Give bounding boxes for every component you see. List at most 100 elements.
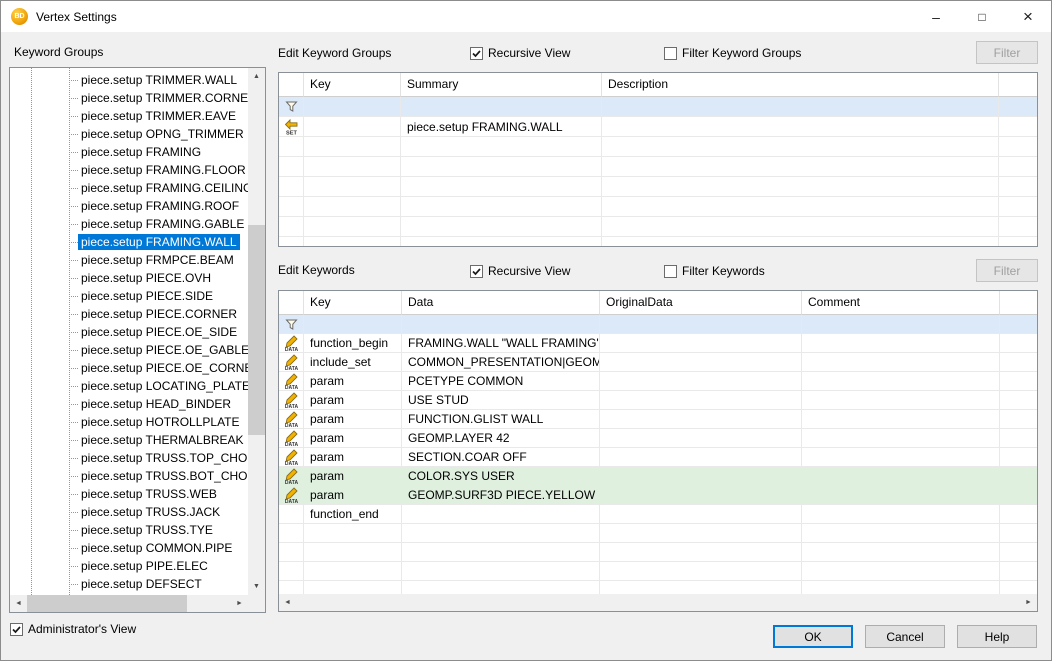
table-cell[interactable]: GEOMP.LAYER 42: [402, 429, 600, 448]
tree-item[interactable]: piece.setup OPNG_TRIMMER: [10, 125, 248, 143]
table-cell[interactable]: param: [304, 486, 402, 505]
filter-row[interactable]: [279, 97, 1037, 117]
table-cell[interactable]: param: [304, 372, 402, 391]
minimize-button[interactable]: –: [913, 1, 959, 32]
scrollbar-thumb[interactable]: [248, 225, 265, 435]
table-cell[interactable]: [304, 117, 401, 137]
scrollbar-thumb[interactable]: [27, 595, 187, 612]
filter-funnel-icon[interactable]: [279, 97, 304, 117]
tree-item[interactable]: piece.setup DEFSECT: [10, 575, 248, 593]
table-cell[interactable]: [802, 486, 1000, 505]
keyword-row[interactable]: DATAparamGEOMP.SURF3D PIECE.YELLOW: [279, 486, 1037, 505]
column-header[interactable]: OriginalData: [600, 291, 802, 315]
scrollbar-track[interactable]: [27, 595, 231, 612]
data-pencil-icon[interactable]: DATA: [279, 410, 304, 429]
table-cell[interactable]: PCETYPE COMMON: [402, 372, 600, 391]
table-cell[interactable]: [802, 448, 1000, 467]
filter-keywords-button[interactable]: Filter: [976, 259, 1038, 282]
tree-item[interactable]: piece.setup TRUSS.JACK: [10, 503, 248, 521]
table-cell[interactable]: function_begin: [304, 334, 402, 353]
table-cell[interactable]: [304, 97, 401, 117]
filter-keyword-groups-checkbox[interactable]: Filter Keyword Groups: [664, 45, 801, 61]
filter-keywords-checkbox[interactable]: Filter Keywords: [664, 263, 765, 279]
table-cell[interactable]: [600, 410, 802, 429]
tree-item[interactable]: piece.setup TRIMMER.WALL: [10, 71, 248, 89]
table-cell[interactable]: [602, 117, 999, 137]
filter-funnel-icon[interactable]: [279, 315, 304, 334]
tree-item[interactable]: piece.setup COMMON.PIPE: [10, 539, 248, 557]
table-cell[interactable]: param: [304, 429, 402, 448]
data-pencil-icon[interactable]: DATA: [279, 353, 304, 372]
data-pencil-icon[interactable]: DATA: [279, 429, 304, 448]
tree-item[interactable]: piece.setup TRIMMER.EAVE: [10, 107, 248, 125]
titlebar[interactable]: BD Vertex Settings – □ ×: [1, 1, 1051, 32]
keywords-horizontal-scrollbar[interactable]: ◄ ►: [279, 594, 1037, 611]
scrollbar-track[interactable]: [248, 85, 265, 578]
tree-item[interactable]: piece.setup PIECE.OVH: [10, 269, 248, 287]
tree-item[interactable]: piece.setup FRAMING.ROOF: [10, 197, 248, 215]
table-cell[interactable]: [600, 467, 802, 486]
column-header[interactable]: Comment: [802, 291, 1000, 315]
cancel-button[interactable]: Cancel: [865, 625, 945, 648]
table-cell[interactable]: [304, 315, 402, 334]
table-cell[interactable]: FRAMING.WALL "WALL FRAMING": [402, 334, 600, 353]
keyword-row[interactable]: DATAfunction_beginFRAMING.WALL "WALL FRA…: [279, 334, 1037, 353]
keyword-row[interactable]: DATAparamUSE STUD: [279, 391, 1037, 410]
tree-item[interactable]: piece.setup THERMALBREAK: [10, 431, 248, 449]
tree-item[interactable]: piece.setup FRAMING.WALL: [10, 233, 248, 251]
table-cell[interactable]: [802, 410, 1000, 429]
table-cell[interactable]: [600, 486, 802, 505]
table-cell[interactable]: piece.setup FRAMING.WALL: [401, 117, 602, 137]
table-cell[interactable]: [802, 429, 1000, 448]
tree-item[interactable]: piece.setup TRUSS.WEB: [10, 485, 248, 503]
table-cell[interactable]: [600, 448, 802, 467]
column-header[interactable]: Key: [304, 291, 402, 315]
table-cell[interactable]: COMMON_PRESENTATION|GEOMP...: [402, 353, 600, 372]
scroll-down-button[interactable]: ▼: [248, 578, 265, 595]
table-cell[interactable]: [600, 315, 802, 334]
tree-item[interactable]: piece.setup PIECE.CORNER: [10, 305, 248, 323]
tree-item[interactable]: piece.setup TRUSS.TYE: [10, 521, 248, 539]
help-button[interactable]: Help: [957, 625, 1037, 648]
table-cell[interactable]: [402, 505, 600, 524]
tree-item[interactable]: piece.setup TRUSS.TOP_CHORD: [10, 449, 248, 467]
table-cell[interactable]: [600, 391, 802, 410]
table-cell[interactable]: include_set: [304, 353, 402, 372]
ok-button[interactable]: OK: [773, 625, 853, 648]
table-cell[interactable]: [802, 391, 1000, 410]
maximize-button[interactable]: □: [959, 1, 1005, 32]
table-cell[interactable]: param: [304, 448, 402, 467]
table-cell[interactable]: [401, 97, 602, 117]
keyword-group-row[interactable]: SET piece.setup FRAMING.WALL: [279, 117, 1037, 137]
table-cell[interactable]: [802, 467, 1000, 486]
recursive-view-keywords-checkbox[interactable]: Recursive View: [470, 263, 570, 279]
keyword-row[interactable]: DATAparamCOLOR.SYS USER: [279, 467, 1037, 486]
table-cell[interactable]: [602, 97, 999, 117]
table-cell[interactable]: param: [304, 410, 402, 429]
tree-item[interactable]: piece.setup PIECE.OE_GABLE: [10, 341, 248, 359]
data-pencil-icon[interactable]: DATA: [279, 467, 304, 486]
data-pencil-icon[interactable]: DATA: [279, 486, 304, 505]
tree-item[interactable]: piece.setup FRAMING.CEILING: [10, 179, 248, 197]
table-cell[interactable]: [802, 353, 1000, 372]
table-cell[interactable]: [802, 334, 1000, 353]
tree-item[interactable]: piece.setup HEAD_BINDER: [10, 395, 248, 413]
keyword-row[interactable]: DATAparamSECTION.COAR OFF: [279, 448, 1037, 467]
tree-item[interactable]: piece.setup PIPE.ELEC: [10, 557, 248, 575]
table-cell[interactable]: GEOMP.SURF3D PIECE.YELLOW: [402, 486, 600, 505]
filter-groups-button[interactable]: Filter: [976, 41, 1038, 64]
tree-item[interactable]: piece.setup PIECE.SIDE: [10, 287, 248, 305]
table-cell[interactable]: [600, 353, 802, 372]
table-cell[interactable]: USE STUD: [402, 391, 600, 410]
data-pencil-icon[interactable]: DATA: [279, 372, 304, 391]
tree-item[interactable]: piece.setup FRAMING.GABLE: [10, 215, 248, 233]
tree-item[interactable]: piece.setup PIECE.OE_SIDE: [10, 323, 248, 341]
data-pencil-icon[interactable]: DATA: [279, 391, 304, 410]
tree-horizontal-scrollbar[interactable]: ◄ ►: [10, 595, 248, 612]
table-cell[interactable]: [402, 315, 600, 334]
tree-item[interactable]: piece.setup FRAMING.FLOOR: [10, 161, 248, 179]
column-header[interactable]: Description: [602, 73, 999, 97]
table-cell[interactable]: param: [304, 467, 402, 486]
set-icon[interactable]: SET: [279, 117, 304, 137]
column-header[interactable]: Summary: [401, 73, 602, 97]
